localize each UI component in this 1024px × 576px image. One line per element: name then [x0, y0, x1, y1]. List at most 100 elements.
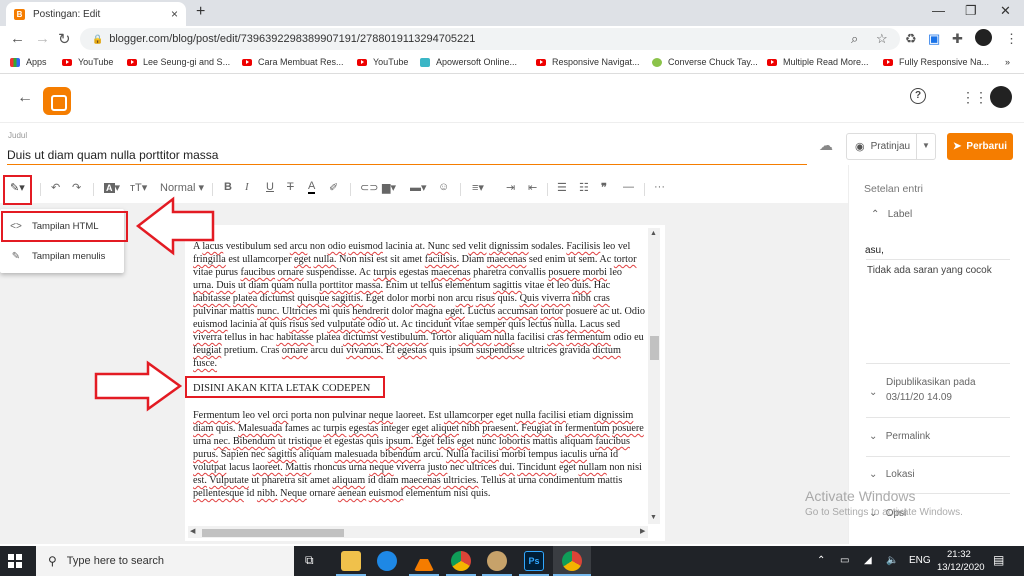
- window-close-icon[interactable]: ✕: [1000, 3, 1011, 19]
- app-icon[interactable]: [377, 551, 397, 571]
- published-date: 03/11/20 14.09: [886, 392, 952, 403]
- emoji-icon[interactable]: ☺: [438, 181, 449, 193]
- horizontal-rule-icon[interactable]: —: [623, 181, 634, 193]
- windows-start-icon[interactable]: [8, 554, 22, 568]
- minimize-icon[interactable]: —: [932, 3, 945, 18]
- bookmark-item[interactable]: Converse Chuck Tay...: [652, 57, 758, 67]
- blogger-logo[interactable]: [43, 87, 71, 115]
- chrome-profile-icon[interactable]: [562, 551, 582, 571]
- bookmarks-more-button[interactable]: »: [1005, 57, 1010, 67]
- bookmark-item[interactable]: Lee Seung-gi and S...: [127, 57, 230, 67]
- paint-icon[interactable]: [487, 551, 507, 571]
- account-avatar[interactable]: [990, 86, 1012, 108]
- menu-item-compose-view[interactable]: ✎ Tampilan menulis: [0, 241, 124, 271]
- extensions-puzzle-icon[interactable]: ✚: [952, 31, 963, 47]
- scroll-right-arrow-icon[interactable]: ▶: [640, 527, 645, 535]
- bookmark-item[interactable]: Responsive Navigat...: [536, 57, 640, 67]
- wifi-icon[interactable]: ◢: [864, 555, 872, 566]
- video-icon[interactable]: ▬▾: [410, 181, 427, 194]
- bookmark-item[interactable]: YouTube: [357, 57, 408, 67]
- undo-icon[interactable]: ↶: [51, 181, 60, 194]
- reload-icon[interactable]: ↻: [58, 30, 71, 48]
- bookmarks-bar: Apps YouTube Lee Seung-gi and S... Cara …: [0, 52, 1024, 74]
- tab-close-icon[interactable]: ×: [171, 7, 178, 21]
- bold-icon[interactable]: B: [224, 181, 232, 193]
- redo-icon[interactable]: ↷: [72, 181, 81, 194]
- underline-icon[interactable]: U: [266, 181, 274, 193]
- lock-icon: 🔒: [92, 33, 104, 44]
- editor-horizontal-scroll-thumb[interactable]: [202, 529, 344, 537]
- bookmark-item[interactable]: Cara Membuat Res...: [242, 57, 344, 67]
- update-button[interactable]: ➤ Perbarui: [947, 133, 1013, 160]
- taskbar-search-box[interactable]: ⚲ Type here to search: [36, 546, 294, 576]
- chrome-icon[interactable]: [451, 551, 471, 571]
- bookmark-item[interactable]: Multiple Read More...: [767, 57, 869, 67]
- battery-icon[interactable]: ▭: [840, 555, 849, 566]
- bookmark-item[interactable]: YouTube: [62, 57, 113, 67]
- browser-tab[interactable]: B Postingan: Edit ×: [6, 2, 186, 26]
- scroll-left-arrow-icon[interactable]: ◀: [190, 527, 195, 535]
- toolbar-divider: [460, 183, 461, 196]
- link-icon[interactable]: ⊂⊃: [360, 181, 378, 194]
- font-family-icon[interactable]: A ▾: [104, 181, 120, 194]
- align-icon[interactable]: ≡▾: [472, 181, 484, 194]
- scroll-down-arrow-icon[interactable]: ▼: [650, 514, 657, 521]
- new-tab-button[interactable]: +: [196, 3, 205, 21]
- more-options-icon[interactable]: ···: [654, 181, 665, 193]
- vlc-icon[interactable]: [414, 551, 434, 571]
- notifications-icon[interactable]: ▤: [993, 553, 1004, 567]
- bulleted-list-icon[interactable]: ☰: [557, 181, 567, 194]
- volume-icon[interactable]: 🔈: [886, 555, 898, 566]
- url-bar[interactable]: 🔒 blogger.com/blog/post/edit/73963922983…: [80, 28, 900, 50]
- bookmark-item[interactable]: Apowersoft Online...: [420, 57, 517, 67]
- post-title-input[interactable]: Duis ut diam quam nulla porttitor massa: [7, 148, 807, 165]
- outdent-icon[interactable]: ⇤: [528, 181, 537, 194]
- back-icon[interactable]: ←: [10, 30, 25, 47]
- profile-avatar[interactable]: [975, 29, 992, 46]
- clock-time[interactable]: 21:32: [947, 549, 971, 560]
- toolbar-divider: [644, 183, 645, 196]
- indent-icon[interactable]: ⇥: [506, 181, 515, 194]
- strikethrough-icon[interactable]: T: [287, 181, 294, 193]
- bookmark-star-icon[interactable]: ☆: [876, 31, 888, 47]
- editor-vertical-scroll-thumb[interactable]: [650, 336, 659, 360]
- photoshop-icon[interactable]: Ps: [524, 551, 544, 571]
- editor-vertical-scrollbar[interactable]: [648, 228, 660, 524]
- pencil-icon: ✎: [11, 250, 21, 262]
- image-icon[interactable]: ▆▾: [382, 181, 396, 194]
- language-indicator[interactable]: ENG: [909, 555, 931, 566]
- file-explorer-icon[interactable]: [341, 551, 361, 571]
- highlight-icon[interactable]: ✐: [329, 181, 338, 194]
- bookmark-apps[interactable]: Apps: [10, 57, 47, 67]
- quote-icon[interactable]: ❞: [601, 181, 607, 194]
- forward-icon[interactable]: →: [35, 30, 50, 47]
- show-hidden-icons-icon[interactable]: ⌃: [817, 555, 825, 566]
- permalink-section-toggle[interactable]: ⌄ Permalink: [869, 431, 930, 442]
- youtube-icon: [883, 58, 893, 66]
- published-section-toggle[interactable]: Dipublikasikan pada: [886, 377, 976, 388]
- font-size-icon[interactable]: ᴛT▾: [130, 181, 147, 194]
- activate-windows-watermark: Activate Windows: [805, 488, 916, 504]
- numbered-list-icon[interactable]: ☷: [579, 181, 589, 194]
- scroll-up-arrow-icon[interactable]: ▲: [650, 230, 657, 237]
- label-section-toggle[interactable]: ⌃ Label: [871, 209, 912, 220]
- preview-button[interactable]: ◉ Pratinjau ▼: [846, 133, 936, 160]
- toolbar-divider: [350, 183, 351, 196]
- text-color-icon[interactable]: A: [308, 181, 316, 194]
- location-section-toggle[interactable]: ⌄ Lokasi: [869, 469, 915, 480]
- chrome-menu-icon[interactable]: ⋮: [1005, 31, 1018, 47]
- restore-icon[interactable]: ❐: [965, 3, 977, 19]
- bookmark-item[interactable]: Fully Responsive Na...: [883, 57, 989, 67]
- italic-icon[interactable]: I: [245, 181, 249, 193]
- label-suggestion-text: Tidak ada saran yang cocok: [867, 265, 992, 276]
- label-input[interactable]: asu,: [865, 245, 884, 256]
- back-arrow-icon[interactable]: ←: [17, 89, 33, 107]
- paragraph-style-dropdown[interactable]: Normal ▾: [160, 181, 204, 194]
- help-icon[interactable]: ?: [910, 88, 926, 104]
- zoom-icon[interactable]: ⌕: [851, 31, 858, 47]
- preview-dropdown-icon[interactable]: ▼: [922, 141, 930, 150]
- cast-extension-icon[interactable]: ▣: [928, 31, 940, 47]
- task-view-icon[interactable]: ⧉: [305, 553, 314, 568]
- clock-date[interactable]: 13/12/2020: [937, 562, 985, 573]
- recycle-extension-icon[interactable]: ♻: [905, 31, 917, 47]
